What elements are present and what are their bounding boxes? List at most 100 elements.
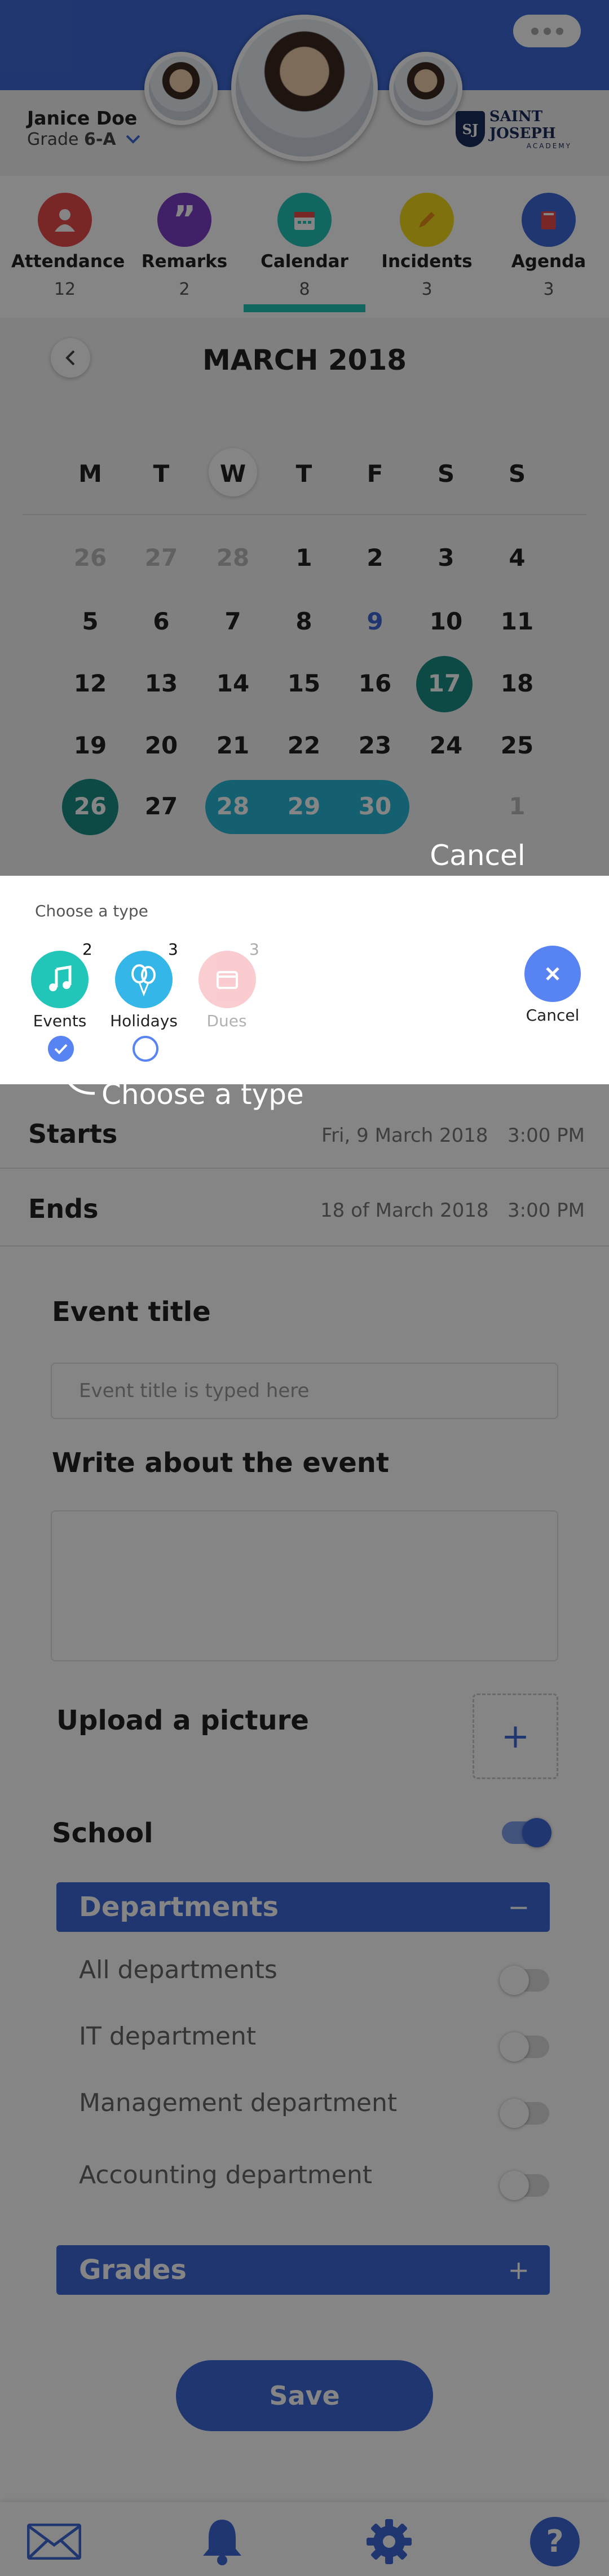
tab-attendance[interactable]: Attendance 12 — [11, 193, 125, 299]
starts-time[interactable]: 3:00 PM — [508, 1124, 585, 1147]
calendar-day[interactable]: 4 — [492, 544, 542, 571]
calendar-day[interactable]: 2 — [350, 544, 400, 571]
cancel-type-button[interactable] — [524, 946, 581, 1002]
tab-label: Attendance — [11, 251, 125, 272]
grades-label: Grades — [79, 2254, 187, 2286]
calendar-day[interactable]: 18 — [492, 670, 542, 697]
type-label: Holidays — [110, 1012, 178, 1030]
calendar-day[interactable]: 6 — [136, 608, 187, 635]
tab-agenda[interactable]: Agenda 3 — [495, 193, 602, 299]
departments-header[interactable]: Departments − — [56, 1882, 550, 1932]
tab-label: Remarks — [141, 251, 228, 272]
grades-header[interactable]: Grades + — [56, 2245, 550, 2295]
department-item: Accounting department — [79, 2161, 372, 2189]
calendar-day-event[interactable]: 26 — [65, 792, 116, 820]
calendar-day[interactable]: 19 — [65, 731, 116, 759]
music-note-icon — [49, 965, 72, 991]
tab-remarks[interactable]: ” Remarks 2 — [131, 193, 238, 299]
calendar-day-in-range[interactable]: 29 — [279, 792, 329, 820]
more-dots-icon[interactable] — [513, 15, 581, 47]
calendar-day-event[interactable]: 17 — [419, 670, 470, 697]
calendar-day[interactable]: 27 — [136, 544, 187, 571]
type-holidays-button[interactable] — [115, 951, 173, 1008]
school-logo: SJ SAINT JOSEPH ACADEMY — [456, 108, 609, 150]
calendar-day[interactable]: 14 — [208, 670, 258, 697]
student-name: Janice Doe — [27, 107, 138, 129]
calendar-day[interactable]: 5 — [65, 608, 116, 635]
event-description-input[interactable] — [51, 1510, 558, 1661]
student-grade[interactable]: Grade 6-A — [27, 130, 142, 149]
calendar-day[interactable]: 1 — [492, 792, 542, 820]
tab-label: Incidents — [381, 251, 473, 272]
calendar-day[interactable]: 1 — [279, 544, 329, 571]
calendar-day[interactable]: 20 — [136, 731, 187, 759]
calendar-day[interactable]: 11 — [492, 608, 542, 635]
calendar-icon — [277, 193, 332, 247]
department-item: Management department — [79, 2089, 398, 2117]
calendar-day[interactable]: 12 — [65, 670, 116, 697]
type-label: Dues — [206, 1012, 247, 1030]
tab-count: 8 — [299, 280, 310, 299]
divider — [0, 1168, 609, 1169]
calendar-day[interactable]: 26 — [65, 544, 116, 571]
calendar-day[interactable]: 10 — [421, 608, 471, 635]
calendar-day[interactable]: 25 — [492, 731, 542, 759]
help-icon[interactable]: ? — [527, 2513, 583, 2570]
holidays-checkbox[interactable] — [133, 1036, 158, 1062]
upload-picture-button[interactable]: + — [473, 1693, 558, 1779]
calendar-day[interactable]: 23 — [350, 731, 400, 759]
school-toggle[interactable] — [502, 1818, 551, 1847]
weekday-label: S — [508, 460, 526, 487]
department-toggle[interactable] — [500, 2099, 549, 2128]
calendar-day-selected[interactable]: 9 — [350, 608, 400, 635]
starts-date[interactable]: Fri, 9 March 2018 — [321, 1124, 488, 1147]
ends-time[interactable]: 3:00 PM — [508, 1199, 585, 1222]
calendar-day-in-range[interactable]: 30 — [350, 792, 400, 820]
event-title-label: Event title — [52, 1296, 211, 1328]
type-dues-button[interactable] — [198, 951, 256, 1008]
calendar-day[interactable]: 28 — [208, 544, 258, 571]
student-photo-main[interactable] — [231, 15, 378, 161]
events-checkbox[interactable] — [48, 1036, 74, 1062]
gear-icon[interactable] — [361, 2513, 417, 2570]
tab-count: 3 — [543, 280, 554, 299]
weekday-label: F — [367, 460, 383, 487]
save-button[interactable]: Save — [176, 2360, 433, 2431]
tab-label: Calendar — [261, 251, 348, 272]
ends-date[interactable]: 18 of March 2018 — [320, 1199, 489, 1222]
department-toggle[interactable] — [500, 2032, 549, 2061]
student-photo-left[interactable] — [144, 52, 218, 125]
calendar-day[interactable]: 24 — [421, 731, 471, 759]
calendar-day[interactable]: 21 — [208, 731, 258, 759]
grade-value: 6-A — [84, 130, 116, 149]
calendar-day[interactable]: 22 — [279, 731, 329, 759]
mail-icon[interactable] — [26, 2513, 82, 2570]
annotation-choose: Choose a type — [102, 1078, 304, 1111]
student-photo-right[interactable] — [389, 52, 462, 125]
tab-incidents[interactable]: Incidents 3 — [373, 193, 480, 299]
department-item: IT department — [79, 2022, 257, 2051]
month-title: MARCH 2018 — [202, 344, 407, 376]
calendar-day[interactable]: 7 — [208, 608, 258, 635]
calendar-day[interactable]: 13 — [136, 670, 187, 697]
calendar-day[interactable]: 3 — [421, 544, 471, 571]
quote-icon: ” — [157, 193, 211, 247]
department-toggle[interactable] — [500, 1966, 549, 1995]
tab-calendar[interactable]: Calendar 8 — [251, 193, 358, 299]
school-logo-sub: ACADEMY — [526, 142, 572, 150]
balloons-icon — [131, 964, 156, 996]
weekday-label: M — [78, 460, 102, 487]
bottom-nav — [0, 2502, 609, 2576]
check-icon — [54, 1044, 68, 1054]
calendar-day[interactable]: 16 — [350, 670, 400, 697]
calendar-day[interactable]: 27 — [136, 792, 187, 820]
department-toggle[interactable] — [500, 2171, 549, 2200]
calendar-day-in-range[interactable]: 28 — [208, 792, 258, 820]
bell-icon[interactable] — [194, 2513, 250, 2570]
calendar-day[interactable]: 15 — [279, 670, 329, 697]
cancel-label: Cancel — [526, 1006, 580, 1025]
close-icon — [546, 967, 559, 981]
type-events-button[interactable] — [31, 951, 89, 1008]
calendar-day[interactable]: 8 — [279, 608, 329, 635]
annotation-cancel: Cancel event/holiday — [385, 839, 577, 907]
